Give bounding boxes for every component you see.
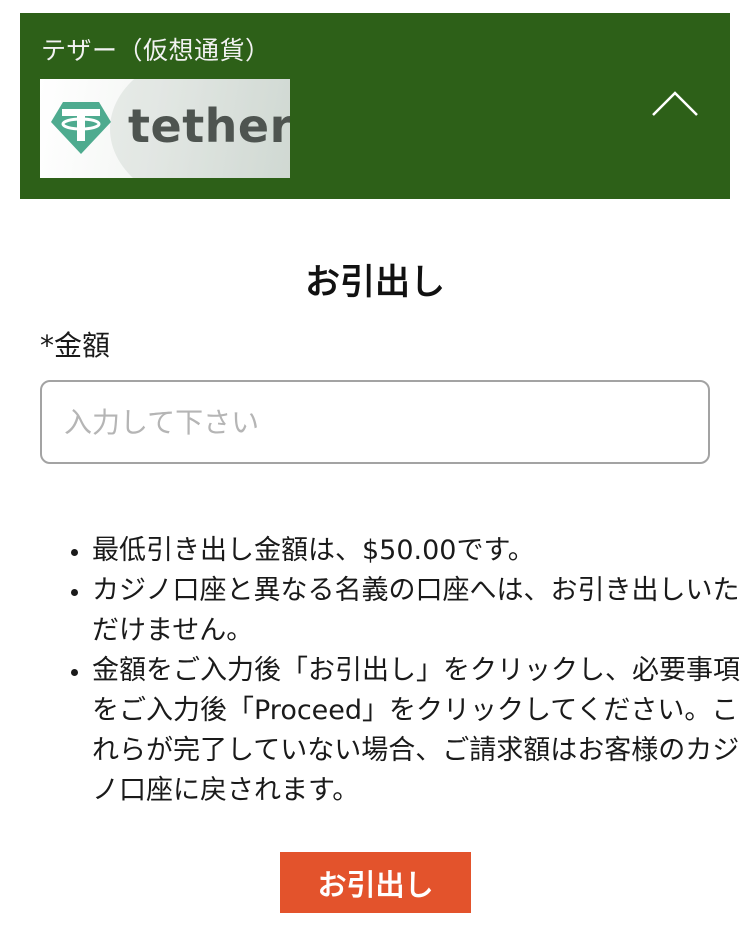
payment-method-header[interactable]: テザー（仮想通貨） tether: [20, 13, 730, 199]
collapse-button[interactable]: [650, 85, 700, 121]
chevron-up-icon: [652, 91, 698, 116]
note-account-name: カジノ口座と異なる名義の口座へは、お引き出しいただけません。: [92, 571, 742, 651]
tether-logo: tether: [40, 79, 290, 178]
withdraw-button[interactable]: お引出し: [280, 852, 471, 913]
payment-method-title: テザー（仮想通貨）: [41, 36, 271, 65]
amount-input[interactable]: [40, 380, 710, 464]
amount-label: *金額: [40, 329, 111, 362]
tether-wordmark: tether: [128, 99, 290, 153]
tether-logo-icon: [51, 102, 111, 154]
note-minimum-amount: 最低引き出し金額は、$50.00です。: [92, 531, 742, 571]
note-procedure: 金額をご入力後「お引出し」をクリックし、必要事項をご入力後「Proceed」をク…: [92, 651, 742, 811]
withdrawal-notes: 最低引き出し金額は、$50.00です。 カジノ口座と異なる名義の口座へは、お引き…: [50, 531, 742, 811]
withdraw-heading: お引出し: [304, 263, 445, 303]
